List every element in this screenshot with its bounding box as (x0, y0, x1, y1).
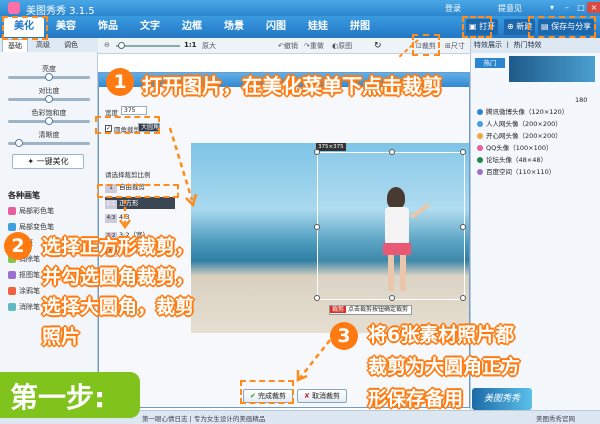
arrow-to-canvas (168, 127, 194, 201)
step-badge: 第一步: (0, 372, 140, 418)
arrow-to-finish (299, 339, 331, 379)
annotation-arrows (118, 39, 419, 382)
arrow-to-crop (397, 39, 419, 59)
